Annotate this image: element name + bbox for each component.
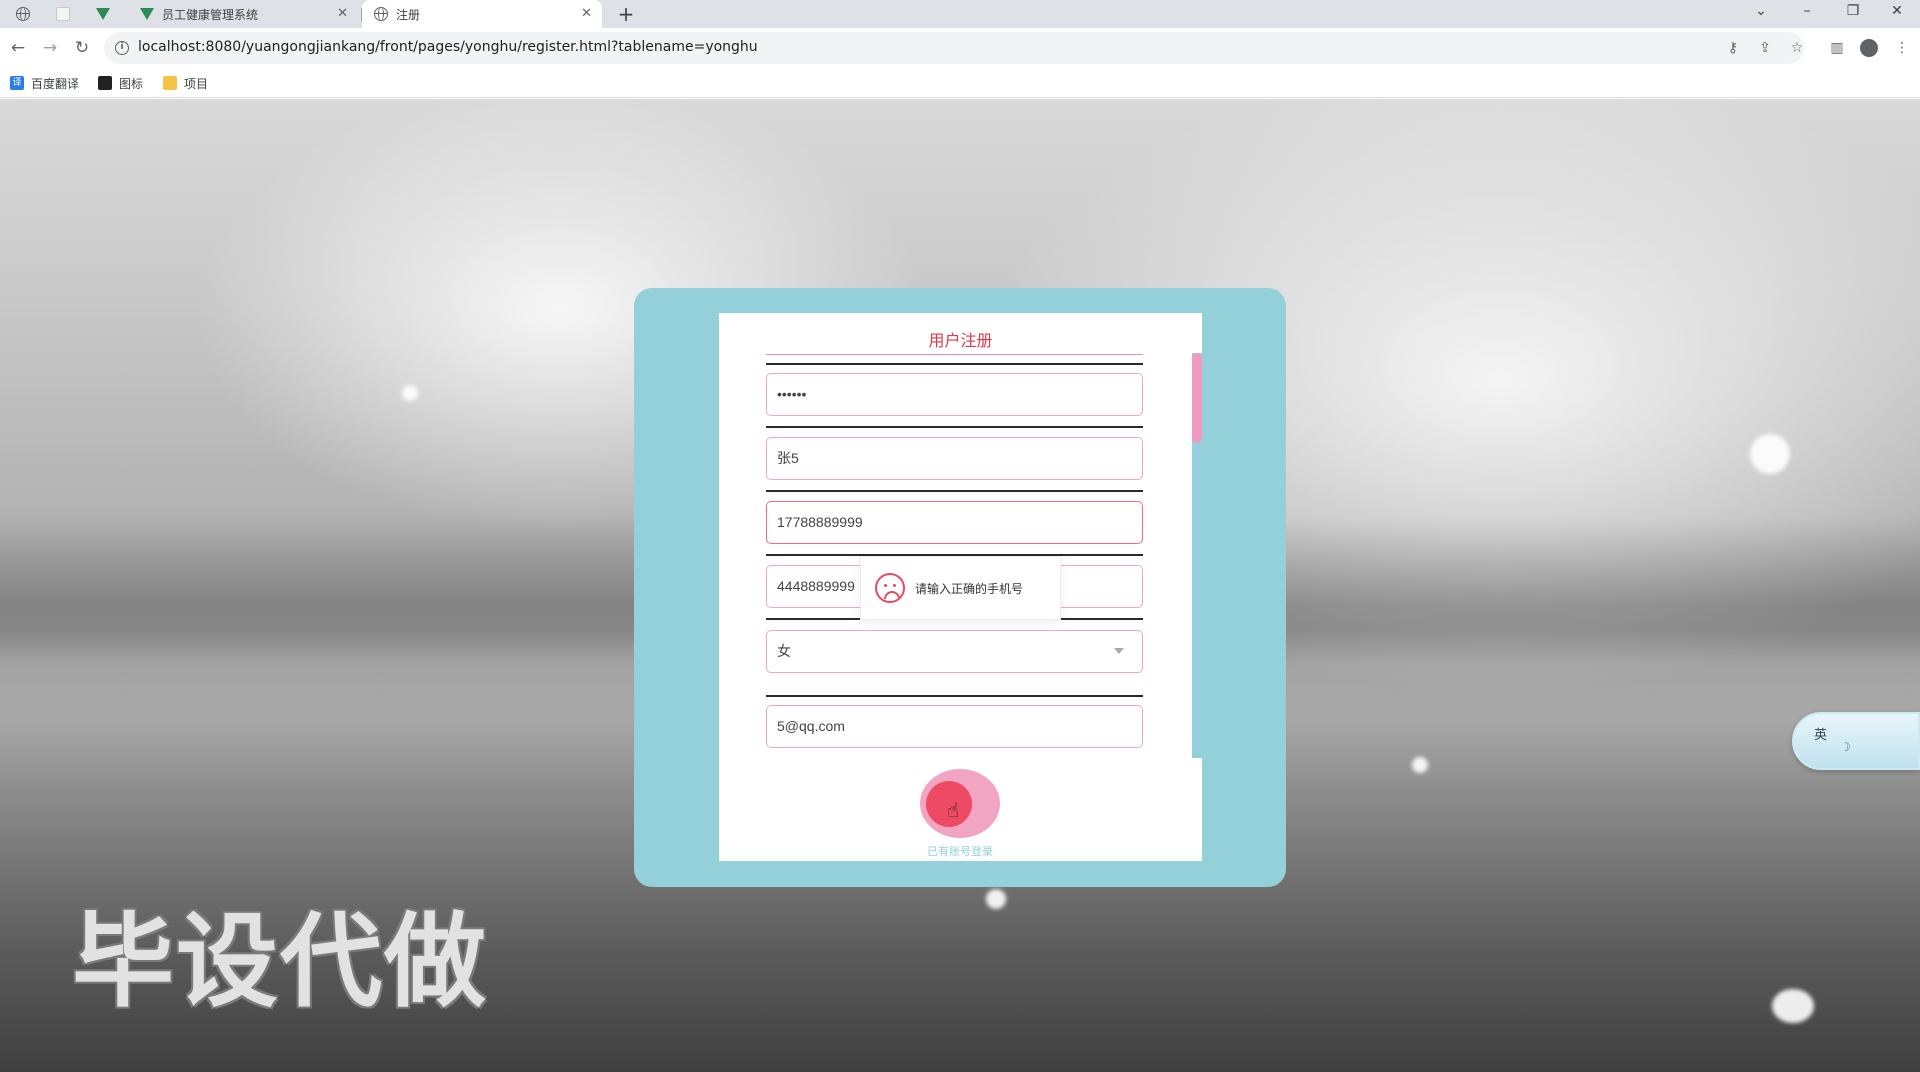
tab-employee-health[interactable]: 员工健康管理系统 ✕ [128,0,358,28]
snowflake [986,889,1006,909]
email-field[interactable]: 5@qq.com [766,705,1143,748]
ime-widget[interactable]: 英 ☽ [1792,712,1920,770]
site-info-icon[interactable]: i [115,41,129,55]
tab-register[interactable]: 注册 ✕ [362,0,602,28]
gender-select[interactable]: 女 [766,630,1143,673]
key-icon[interactable]: ⚷ [1723,38,1743,58]
reload-icon[interactable]: ↻ [70,36,94,60]
forward-icon[interactable]: → [38,36,62,60]
phone-field[interactable]: 17788889999 [766,501,1143,544]
bookmark-label: 项目 [184,76,209,91]
name-field[interactable]: 张5 [766,437,1143,480]
star-icon[interactable]: ☆ [1787,38,1807,58]
page-title: 用户注册 [928,331,993,350]
toast-message: 请输入正确的手机号 [915,581,1024,596]
divider [766,426,1143,428]
bookmarks-bar: 译 百度翻译 图标 项目 [0,68,1920,98]
vue-logo-icon [96,8,110,22]
tab-pinned-2[interactable] [44,0,82,28]
globe-icon [374,7,388,21]
browser-tabstrip: 员工健康管理系统 ✕ 注册 ✕ + ⌄ – ❐ ✕ [0,0,1920,28]
globe-icon [16,7,30,21]
title-underline [766,354,1143,355]
side-panel-icon[interactable]: ▥ [1827,38,1847,58]
baidu-translate-icon: 译 [10,76,24,90]
login-link[interactable]: 已有账号登录 [900,843,1020,859]
close-icon[interactable]: ✕ [581,6,592,22]
sad-face-icon [875,573,905,603]
vue-logo-icon [140,8,154,22]
bookmark-label: 百度翻译 [31,76,80,91]
bookmark-baidu-translate[interactable]: 译 百度翻译 [10,74,79,92]
password-field[interactable]: •••••• [766,373,1143,416]
ime-language-label: 英 [1814,728,1828,743]
bookmark-label: 图标 [119,76,144,91]
snowflake [1412,757,1428,773]
profile-avatar-icon[interactable] [1860,39,1878,57]
share-icon[interactable]: ⇪ [1755,38,1775,58]
menu-kebab-icon[interactable]: ⋮ [1892,38,1912,58]
tab-pinned-1[interactable] [4,0,42,28]
divider [766,363,1143,365]
chevron-down-icon [1114,648,1124,654]
register-button[interactable]: ☝ [920,769,1000,838]
error-toast: 请输入正确的手机号 [860,556,1061,620]
snowflake [1772,989,1814,1023]
watermark-text: 毕设代做 [72,903,488,1022]
snowflake [402,385,418,401]
gender-selected-value: 女 [777,643,791,659]
snowflake [1750,434,1790,474]
new-tab-button[interactable]: + [614,2,638,26]
minimize-icon[interactable]: – [1784,0,1830,28]
tab-search-icon[interactable]: ⌄ [1738,0,1784,28]
scrollbar-thumb[interactable] [1192,353,1202,443]
moon-icon: ☽ [1840,740,1851,754]
tab-pinned-3[interactable] [84,0,122,28]
bookmark-xiangmu[interactable]: 项目 [163,74,208,92]
browser-toolbar: ← → ↻ i localhost:8080/yuangongjiankang/… [0,28,1920,68]
divider [766,695,1143,697]
image-icon [98,76,112,90]
divider [766,490,1143,492]
url-text[interactable]: localhost:8080/yuangongjiankang/front/pa… [138,39,758,55]
restore-icon[interactable]: ❐ [1830,0,1876,28]
folder-icon [163,76,177,90]
hand-cursor-icon: ☝ [947,798,960,822]
close-icon[interactable]: ✕ [337,6,348,22]
tab-title: 注册 [396,7,421,22]
address-bar[interactable]: i localhost:8080/yuangongjiankang/front/… [104,32,1804,64]
blank-page-icon [56,7,70,21]
bookmark-tubiao[interactable]: 图标 [98,74,143,92]
back-icon[interactable]: ← [6,36,30,60]
tab-title: 员工健康管理系统 [162,7,259,22]
window-close-icon[interactable]: ✕ [1874,0,1920,28]
